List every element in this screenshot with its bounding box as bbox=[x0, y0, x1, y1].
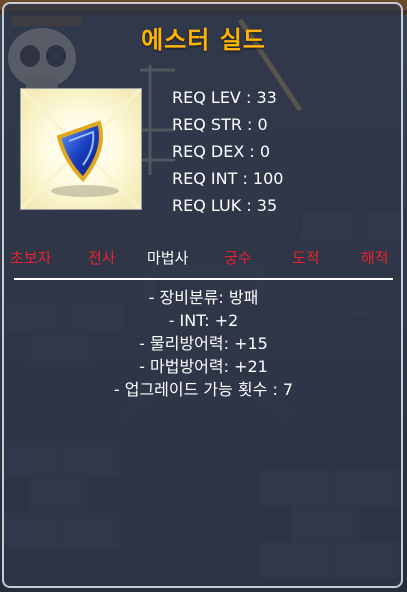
job-warrior: 전사 bbox=[88, 249, 116, 267]
job-beginner: 초보자 bbox=[10, 249, 52, 267]
req-str: REQ STR : 0 bbox=[172, 115, 268, 134]
stat-magic-defense: - 마법방어력: +21 bbox=[139, 357, 268, 376]
job-magician: 마법사 bbox=[147, 249, 189, 267]
requirements-list: REQ LEV : 33 REQ STR : 0 REQ DEX : 0 REQ… bbox=[172, 84, 283, 219]
section-divider bbox=[14, 278, 393, 280]
req-luk: REQ LUK : 35 bbox=[172, 196, 278, 215]
req-dex: REQ DEX : 0 bbox=[172, 142, 271, 161]
req-level: REQ LEV : 33 bbox=[172, 88, 277, 107]
stat-upgrade-slots: - 업그레이드 가능 횟수 : 7 bbox=[113, 380, 294, 399]
item-name: 에스터 실드 bbox=[141, 26, 266, 54]
stat-weapon-defense: - 물리방어력: +15 bbox=[139, 334, 268, 353]
job-list: 초보자 전사 마법사 궁수 도적 해적 bbox=[0, 246, 407, 270]
shield-icon bbox=[21, 89, 141, 209]
job-pirate: 해적 bbox=[361, 249, 389, 267]
stat-equip-type: - 장비분류: 방패 bbox=[148, 288, 259, 307]
req-int: REQ INT : 100 bbox=[172, 169, 284, 188]
item-icon-box bbox=[20, 88, 142, 210]
job-bowman: 궁수 bbox=[224, 249, 252, 267]
item-stats: - 장비분류: 방패 - INT: +2 - 물리방어력: +15 - 마법방어… bbox=[0, 286, 407, 401]
stat-int: - INT: +2 bbox=[168, 311, 239, 330]
job-thief: 도적 bbox=[292, 249, 320, 267]
item-tooltip-scene: 에스터 실드 REQ LEV: 33 REQ STR: 0 REQ DEX … bbox=[0, 0, 407, 592]
